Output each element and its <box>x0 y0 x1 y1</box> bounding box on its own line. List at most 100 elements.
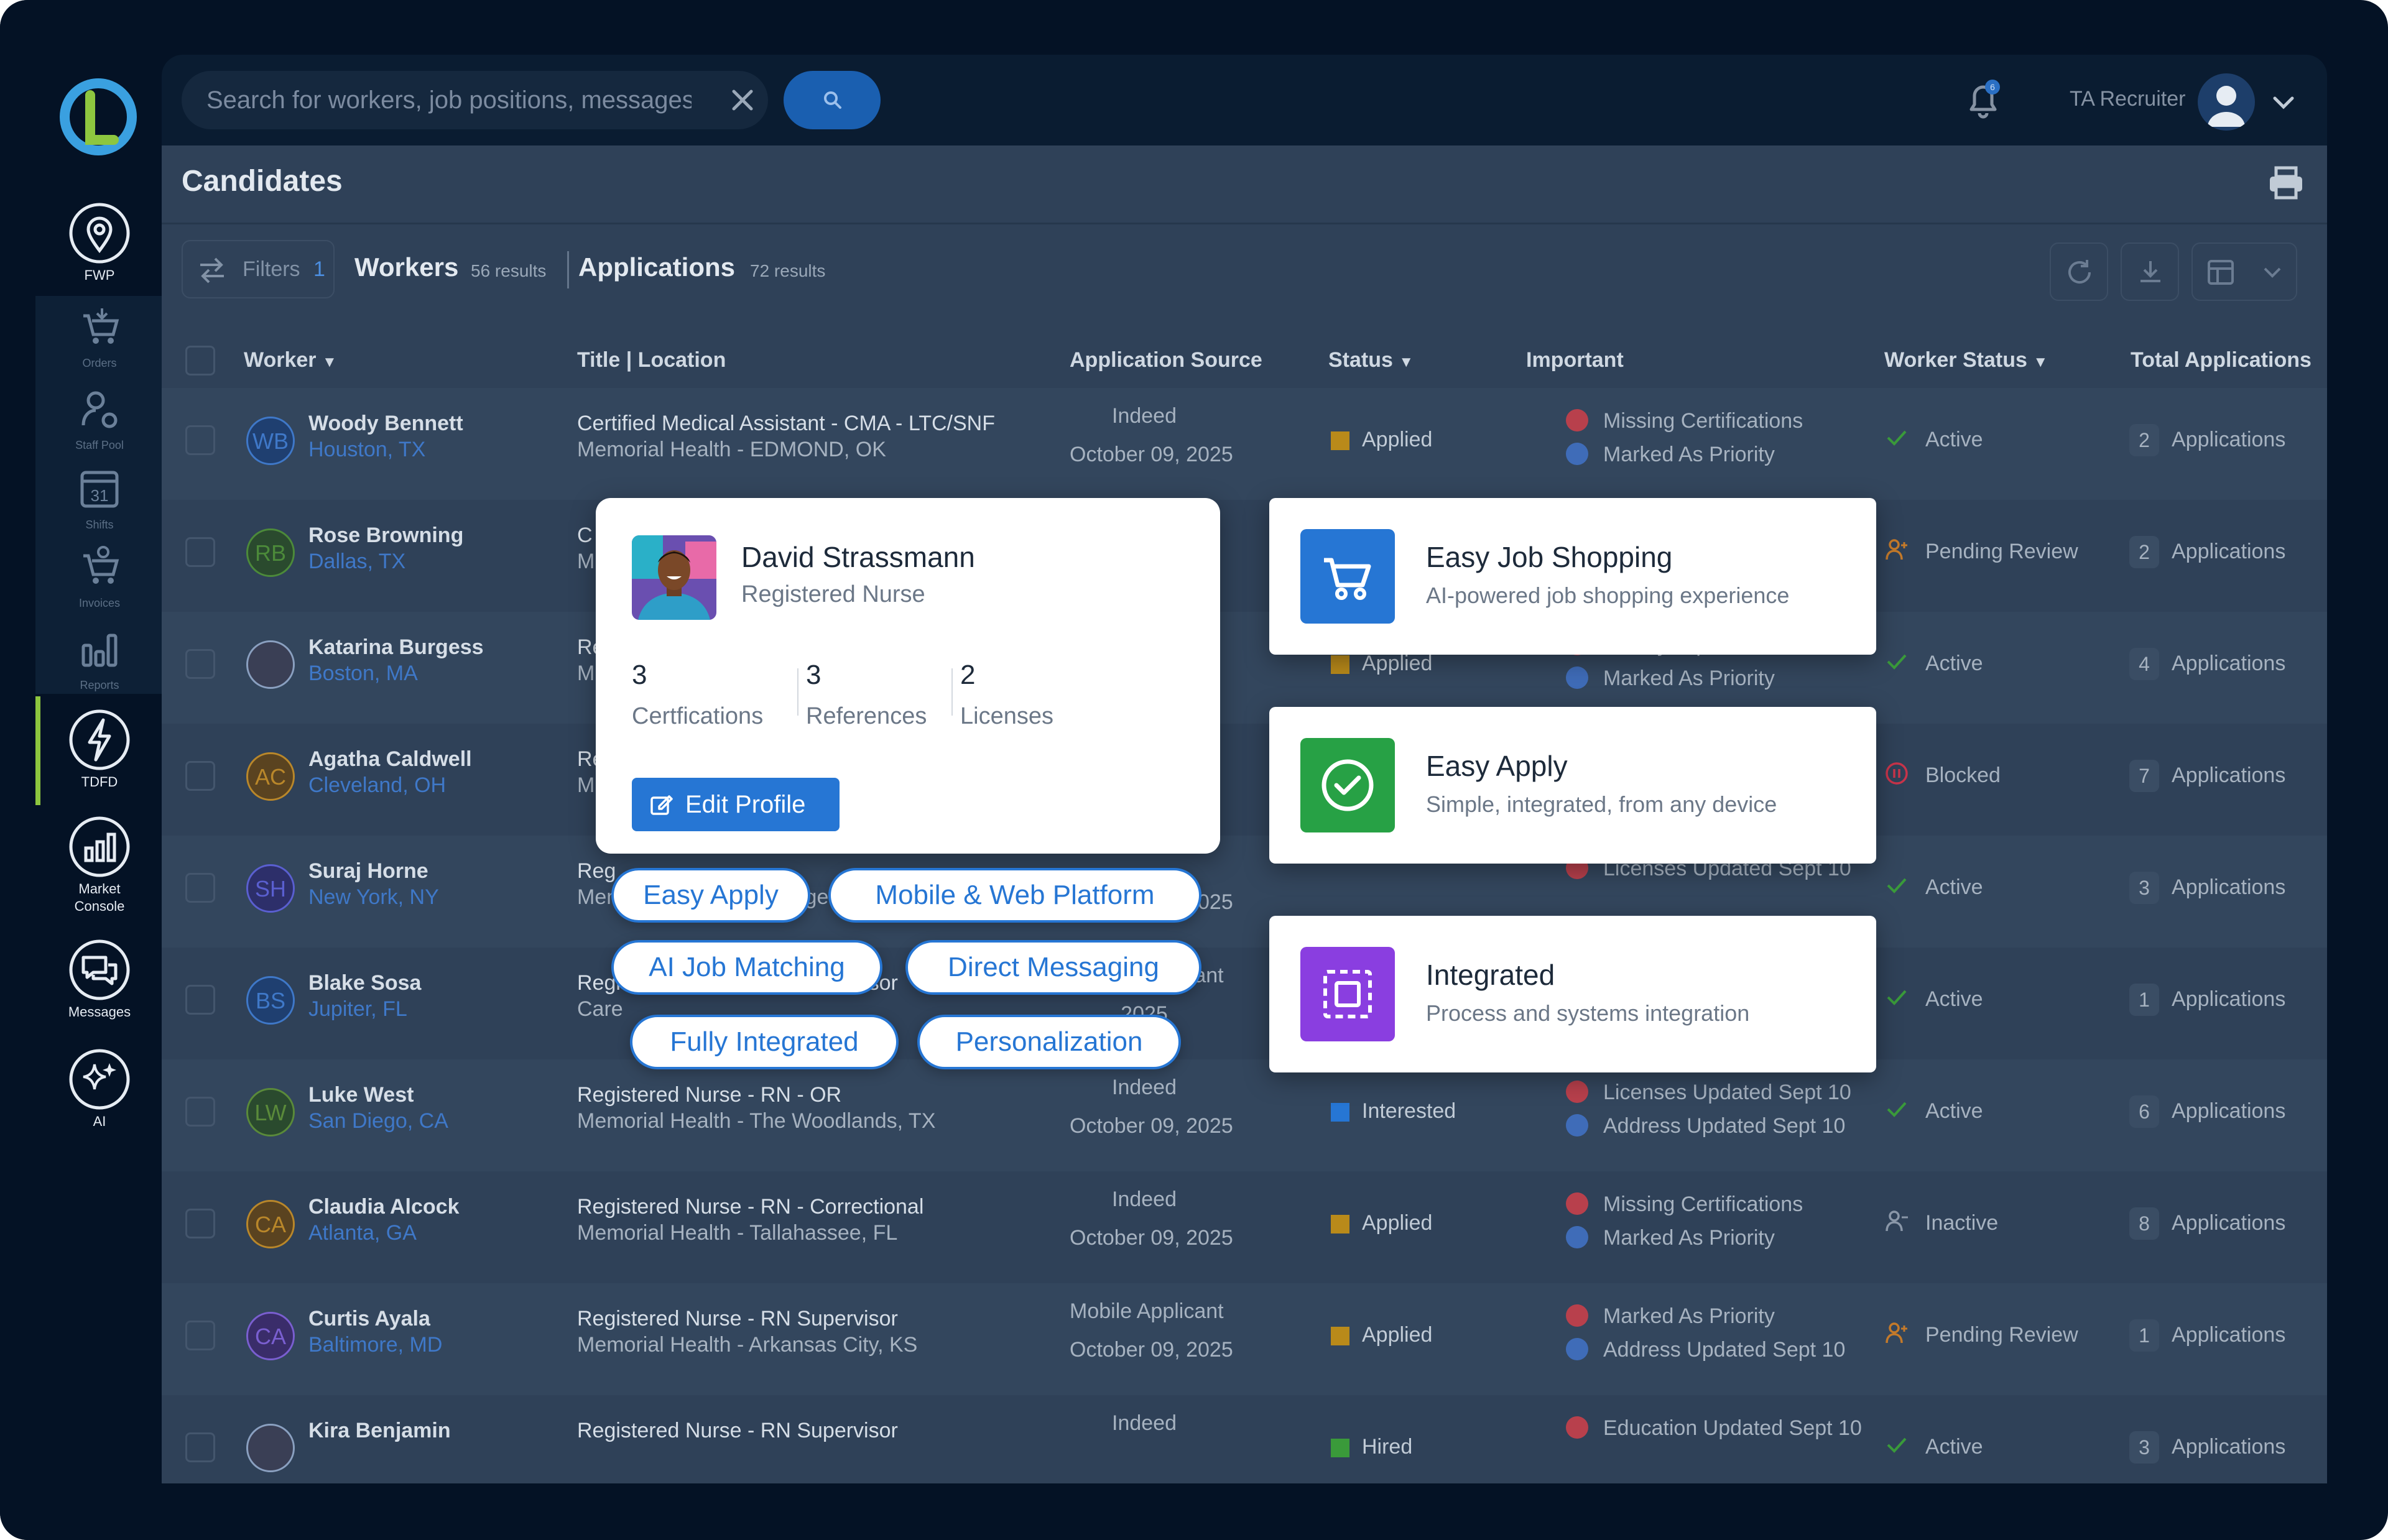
feature-card-integrated: Integrated Process and systems integrati… <box>1269 916 1876 1072</box>
worker-name[interactable]: Suraj Horne <box>308 859 428 883</box>
check-icon <box>1887 1437 1907 1453</box>
column-total-applications[interactable]: Total Applications <box>2131 348 2312 372</box>
table-row[interactable]: ACAgatha CaldwellCleveland, OHReM25Block… <box>162 724 2327 836</box>
row-checkbox[interactable] <box>185 1432 215 1462</box>
row-checkbox[interactable] <box>185 537 215 567</box>
nav-item-reports[interactable]: Reports <box>37 624 162 694</box>
job-location: Memorial Health - Tallahassee, FL <box>577 1221 898 1245</box>
status-label: Applied <box>1362 1323 1433 1347</box>
total-applications-label[interactable]: Applications <box>2172 652 2285 676</box>
nav-item-tdfd[interactable]: TDFD <box>37 709 162 791</box>
nav-item-staff-pool[interactable]: Staff Pool <box>37 384 162 454</box>
worker-name[interactable]: Rose Browning <box>308 523 463 548</box>
total-applications-label[interactable]: Applications <box>2172 428 2285 452</box>
row-checkbox[interactable] <box>185 1209 215 1238</box>
search-button[interactable] <box>784 71 881 129</box>
feature-card-easy-apply: Easy Apply Simple, integrated, from any … <box>1269 707 1876 864</box>
table-row[interactable]: CA Curtis Ayala Baltimore, MD Registered Nu… <box>162 1283 2327 1395</box>
total-applications-label[interactable]: Applications <box>2172 1099 2285 1123</box>
stat-value: 2 <box>960 660 976 690</box>
tab-applications[interactable]: Applications <box>578 252 735 282</box>
layout-menu-button[interactable] <box>2191 242 2297 301</box>
worker-name[interactable]: Blake Sosa <box>308 971 421 995</box>
printer-icon[interactable] <box>2266 164 2306 201</box>
search-input[interactable] <box>206 71 692 129</box>
clear-search-icon[interactable] <box>729 86 756 114</box>
worker-name[interactable]: Agatha Caldwell <box>308 747 472 772</box>
application-source: Indeed <box>1112 1076 1177 1099</box>
tab-workers[interactable]: Workers <box>354 252 458 282</box>
total-applications-label[interactable]: Applications <box>2172 540 2285 564</box>
row-checkbox[interactable] <box>185 761 215 791</box>
table-row[interactable]: CA Claudia Alcock Atlanta, GA Registered Nu… <box>162 1171 2327 1283</box>
nav-item-orders[interactable]: Orders <box>37 302 162 372</box>
worker-name[interactable]: Kira Benjamin <box>308 1419 451 1443</box>
staff-pool-icon <box>81 391 118 428</box>
row-checkbox[interactable] <box>185 649 215 679</box>
column-title-location[interactable]: Title | Location <box>577 348 726 372</box>
table-row[interactable]: SHSuraj HorneNew York, NYRegMemorial Hea… <box>162 836 2327 948</box>
worker-city: Jupiter, FL <box>308 997 407 1021</box>
nav-item-ai[interactable]: AI <box>37 1048 162 1130</box>
notification-bell-icon[interactable]: 6 <box>1963 78 2004 122</box>
table-row[interactable]: BSBlake SosaJupiter, FLRegistered Nurse … <box>162 948 2327 1059</box>
person-pending-icon <box>1886 539 1907 560</box>
nav-item-market-console[interactable]: Market Console <box>37 816 162 915</box>
table-row[interactable]: LW Luke West San Diego, CA Registered Nurse… <box>162 1059 2327 1171</box>
tag-ai-job-matching[interactable]: AI Job Matching <box>611 940 882 995</box>
column-worker[interactable]: Worker ▼ <box>244 348 337 372</box>
refresh-button[interactable] <box>2050 242 2108 301</box>
nav-item-invoices[interactable]: Invoices <box>37 542 162 612</box>
application-date: October 09, 2025 <box>1070 443 1233 466</box>
job-location: Memorial Health - EDMOND, OK <box>577 438 886 461</box>
worker-city: Atlanta, GA <box>308 1221 417 1245</box>
total-applications-label[interactable]: Applications <box>2172 763 2285 788</box>
user-avatar[interactable] <box>2198 73 2255 131</box>
total-applications-label[interactable]: Applications <box>2172 1211 2285 1235</box>
total-applications-label[interactable]: Applications <box>2172 1323 2285 1347</box>
total-applications-label[interactable]: Applications <box>2172 875 2285 900</box>
worker-name[interactable]: Claudia Alcock <box>308 1195 459 1219</box>
stat-value: 3 <box>632 660 647 690</box>
tag-easy-apply[interactable]: Easy Apply <box>611 868 810 923</box>
sort-down-icon: ▼ <box>2033 354 2048 371</box>
row-checkbox[interactable] <box>185 1321 215 1350</box>
table-row[interactable]: WB Woody Bennett Houston, TX Certified Medi… <box>162 388 2327 500</box>
tag-direct-messaging[interactable]: Direct Messaging <box>905 940 1201 995</box>
column-application-source[interactable]: Application Source <box>1070 348 1262 372</box>
check-icon <box>1887 990 1907 1005</box>
worker-name[interactable]: Curtis Ayala <box>308 1307 430 1331</box>
total-applications-label[interactable]: Applications <box>2172 1435 2285 1459</box>
tag-mobile-web-platform[interactable]: Mobile & Web Platform <box>828 868 1201 923</box>
select-all-checkbox[interactable] <box>185 346 215 376</box>
download-button[interactable] <box>2121 242 2179 301</box>
column-status[interactable]: Status ▼ <box>1328 348 1414 372</box>
row-checkbox[interactable] <box>185 1097 215 1127</box>
nav-item-fwp[interactable]: FWP <box>37 202 162 284</box>
worker-name[interactable]: Luke West <box>308 1083 414 1107</box>
status-color-square <box>1331 1439 1349 1457</box>
market-chart-icon <box>69 816 130 877</box>
tag-personalization[interactable]: Personalization <box>917 1015 1181 1069</box>
nav-item-shifts[interactable]: 31 Shifts <box>37 464 162 533</box>
total-applications-label[interactable]: Applications <box>2172 987 2285 1012</box>
nav-label: Invoices <box>78 597 121 609</box>
chevron-down-icon[interactable] <box>2271 93 2296 112</box>
tag-fully-integrated[interactable]: Fully Integrated <box>630 1015 899 1069</box>
worker-name[interactable]: Katarina Burgess <box>308 635 484 660</box>
row-checkbox[interactable] <box>185 425 215 455</box>
worker-name[interactable]: Woody Bennett <box>308 412 463 436</box>
tab-applications-count: 72 results <box>750 261 826 280</box>
row-checkbox[interactable] <box>185 985 215 1015</box>
table-row[interactable]: RBRose BrowningDallas, TXCM25Pending Rev… <box>162 500 2327 612</box>
important-note-2: Marked As Priority <box>1566 1226 1775 1250</box>
table-row[interactable]: Katarina BurgessBoston, MAReM25Applied30… <box>162 612 2327 724</box>
column-important[interactable]: Important <box>1526 348 1624 372</box>
table-row[interactable]: Kira Benjamin Registered Nurse - RN Super… <box>162 1395 2327 1483</box>
edit-profile-button[interactable]: Edit Profile <box>632 778 840 831</box>
row-checkbox[interactable] <box>185 873 215 903</box>
nav-item-messages[interactable]: Messages <box>37 939 162 1021</box>
column-worker-status[interactable]: Worker Status ▼ <box>1884 348 2048 372</box>
filters-button[interactable]: Filters 1 <box>182 240 335 298</box>
app-logo[interactable] <box>59 78 137 156</box>
